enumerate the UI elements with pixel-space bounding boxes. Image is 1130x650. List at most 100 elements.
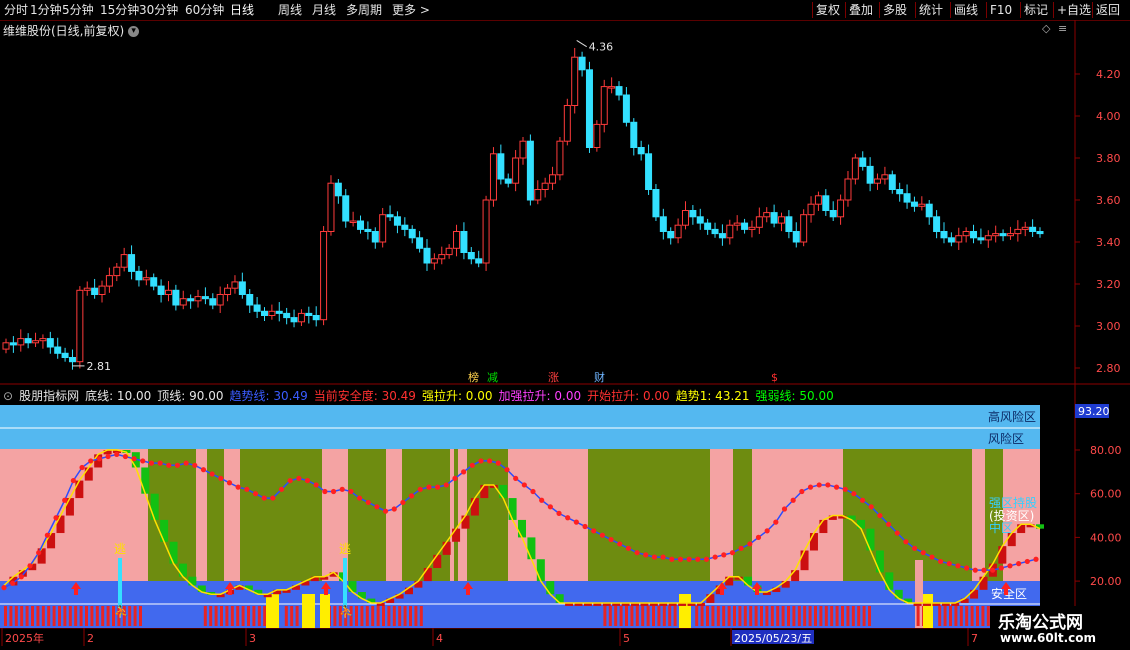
safe-bar	[716, 606, 720, 626]
candle-body	[984, 235, 992, 241]
candle-body	[54, 346, 62, 354]
safety-dot	[36, 550, 42, 556]
safe-bar	[360, 606, 364, 626]
date-label: 7	[971, 632, 978, 645]
safe-bar	[241, 606, 245, 626]
safety-dot	[122, 453, 129, 460]
safe-bar	[749, 606, 753, 626]
watermark-title: 乐淘公式网	[998, 613, 1083, 633]
safe-bar	[630, 606, 634, 626]
candle-body	[763, 212, 771, 218]
safe-bar	[830, 606, 834, 626]
safety-dot	[964, 565, 970, 571]
indicator-axis-label: 40.00	[1090, 531, 1122, 544]
safety-dot	[513, 475, 519, 482]
event-marker: 榜	[468, 370, 479, 384]
safe-bar	[743, 606, 747, 626]
safe-bar	[619, 606, 623, 626]
indicator-param-1: 顶线: 90.00	[157, 389, 224, 403]
safe-bar	[106, 606, 110, 626]
trend-step	[744, 576, 753, 586]
safety-dot	[990, 567, 996, 573]
trend-step	[470, 498, 479, 516]
candle-body	[778, 216, 785, 224]
indicator-param-5: 加强拉升: 0.00	[498, 389, 582, 403]
safety-dot	[252, 491, 259, 497]
safe-bar	[392, 606, 396, 626]
safe-bar	[209, 606, 213, 626]
safe-bar	[603, 606, 607, 626]
candle-body	[327, 182, 335, 232]
safety-dot	[148, 460, 155, 466]
safe-bar	[765, 606, 769, 626]
safety-dot	[729, 550, 736, 556]
risk-zone	[0, 428, 1040, 449]
trend-step	[527, 537, 536, 560]
safe-bar	[792, 606, 796, 626]
safe-bar	[290, 606, 294, 626]
safe-bar	[355, 606, 358, 626]
candle-body	[297, 312, 305, 323]
safety-dot	[339, 486, 345, 492]
collapse-icon[interactable]: ⊙	[3, 389, 13, 403]
safety-dot	[634, 550, 640, 556]
candle-body	[556, 140, 564, 176]
chart-canvas[interactable]: 4.20 4.00 3.80 3.60 3.40 3.20 3.00 2.80 4.36 2.81…	[0, 0, 1130, 650]
candle-body	[903, 193, 911, 203]
candle-body	[179, 298, 187, 306]
price-axis-label: 3.40	[1096, 236, 1121, 249]
escape-label: 逃	[339, 542, 351, 556]
safety-dot	[400, 499, 406, 506]
safe-bar	[797, 606, 801, 626]
price-axis-label: 3.60	[1096, 194, 1121, 207]
candle-body	[696, 216, 704, 224]
price-axis-label: 2.80	[1096, 362, 1121, 375]
safety-dot	[287, 477, 293, 484]
safety-dot	[799, 488, 805, 495]
safe-bar	[403, 606, 407, 626]
candle-body	[364, 228, 372, 232]
safety-dot	[1024, 558, 1030, 565]
safe-bar	[733, 606, 736, 626]
safe-bar	[225, 606, 229, 626]
safety-dot	[452, 475, 458, 482]
safe-bar	[824, 606, 828, 626]
candle-body	[201, 296, 209, 300]
safety-dot	[70, 477, 76, 484]
candle-body	[526, 140, 534, 201]
candle-body	[866, 165, 874, 184]
safety-dot	[1, 585, 7, 591]
safe-bar	[608, 606, 612, 626]
safety-dot	[200, 467, 207, 473]
candle-body	[859, 157, 867, 167]
safety-dot	[877, 512, 883, 519]
safety-dot	[330, 488, 337, 495]
indicator-name[interactable]: 股朋指标网	[19, 389, 79, 403]
trend-step	[970, 589, 979, 599]
candle-body	[504, 178, 512, 184]
event-marker: 财	[594, 370, 605, 384]
candle-body	[571, 56, 579, 106]
safe-bar	[31, 606, 34, 626]
safe-bar	[20, 606, 24, 626]
high-price-label: 4.36	[589, 41, 614, 54]
candle-body	[674, 224, 682, 239]
candle-body	[342, 195, 350, 222]
safety-dot	[174, 462, 181, 468]
safe-bar	[52, 606, 56, 626]
trend-step	[452, 528, 461, 542]
candle-body	[150, 277, 158, 287]
candle-body	[98, 285, 106, 296]
high-risk-zone	[0, 405, 1040, 428]
candle-body	[312, 315, 320, 321]
safe-bar	[419, 606, 423, 626]
trend-step	[75, 480, 84, 499]
escape-label: 逃	[114, 542, 126, 556]
safe-bar	[700, 606, 704, 626]
trend-step	[857, 519, 866, 529]
safe-bar	[662, 606, 666, 626]
safety-dot	[27, 563, 33, 569]
candle-body	[541, 182, 549, 190]
safe-bar	[295, 606, 299, 626]
safety-dot	[157, 460, 163, 466]
